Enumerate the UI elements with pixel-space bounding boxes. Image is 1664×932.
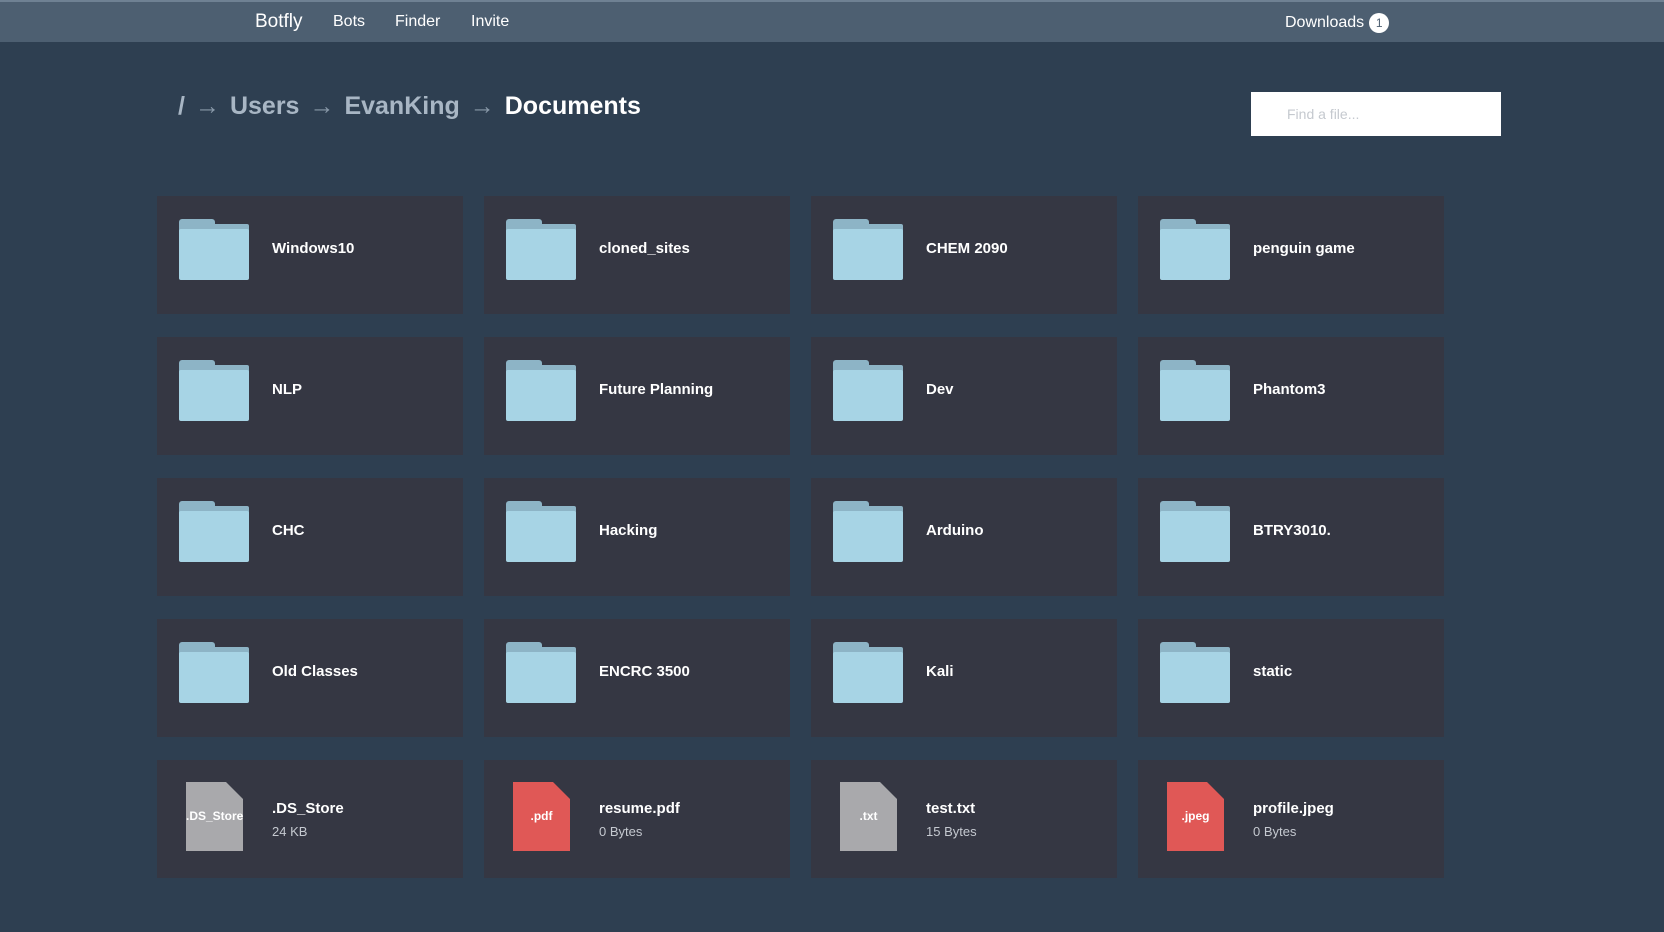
file-tile[interactable]: .jpeg profile.jpeg 0 Bytes xyxy=(1138,760,1444,878)
text-file-icon: .txt xyxy=(840,782,897,851)
file-name: test.txt xyxy=(926,800,976,817)
breadcrumb-current: Documents xyxy=(504,92,641,120)
document-icon: .DS_Store xyxy=(186,782,243,851)
folder-name: CHC xyxy=(272,522,305,539)
folder-tile[interactable]: penguin game xyxy=(1138,196,1444,314)
folder-name: Phantom3 xyxy=(1253,381,1326,398)
breadcrumb-item-users[interactable]: Users xyxy=(230,92,300,121)
folder-name: CHEM 2090 xyxy=(926,240,1008,257)
folder-icon xyxy=(506,642,576,703)
breadcrumb-arrow-icon: → xyxy=(309,92,335,120)
folder-name: penguin game xyxy=(1253,240,1355,257)
pdf-file-icon: .pdf xyxy=(513,782,570,851)
folder-icon xyxy=(506,360,576,421)
folder-name: Future Planning xyxy=(599,381,714,398)
image-file-icon: .jpeg xyxy=(1167,782,1224,851)
breadcrumb-item-evanking[interactable]: EvanKing xyxy=(344,92,459,121)
folder-tile[interactable]: Arduino xyxy=(811,478,1117,596)
downloads-count-badge: 1 xyxy=(1369,13,1390,33)
folder-icon xyxy=(1160,219,1230,280)
folder-icon xyxy=(1160,501,1230,562)
downloads-label: Downloads xyxy=(1285,14,1365,31)
nav-link-bots[interactable]: Bots xyxy=(333,13,365,31)
downloads-link[interactable]: Downloads 1 xyxy=(1285,13,1390,33)
breadcrumb-arrow-icon: → xyxy=(469,92,495,120)
folder-tile[interactable]: Hacking xyxy=(484,478,790,596)
folder-icon xyxy=(1160,642,1230,703)
file-tile[interactable]: .pdf resume.pdf 0 Bytes xyxy=(484,760,790,878)
top-navbar: Botfly Bots Finder Invite Downloads 1 xyxy=(0,0,1664,42)
folder-tile[interactable]: static xyxy=(1138,619,1444,737)
folder-tile[interactable]: CHC xyxy=(157,478,463,596)
file-tile[interactable]: .txt test.txt 15 Bytes xyxy=(811,760,1117,878)
folder-tile[interactable]: cloned_sites xyxy=(484,196,790,314)
folder-tile[interactable]: Phantom3 xyxy=(1138,337,1444,455)
folder-name: NLP xyxy=(272,381,302,398)
folder-tile[interactable]: NLP xyxy=(157,337,463,455)
breadcrumb: / → Users → EvanKing → Documents xyxy=(178,92,641,121)
folder-icon xyxy=(506,219,576,280)
folder-icon xyxy=(506,501,576,562)
folder-name: Windows10 xyxy=(272,240,355,257)
folder-icon xyxy=(833,219,903,280)
folder-icon xyxy=(833,501,903,562)
file-tile[interactable]: .DS_Store .DS_Store 24 KB xyxy=(157,760,463,878)
folder-name: Kali xyxy=(926,663,954,680)
file-grid: Windows10 cloned_sites CHEM 2090 penguin… xyxy=(157,196,1446,878)
folder-tile[interactable]: Old Classes xyxy=(157,619,463,737)
folder-icon xyxy=(179,219,249,280)
folder-tile[interactable]: Dev xyxy=(811,337,1117,455)
folder-tile[interactable]: Kali xyxy=(811,619,1117,737)
nav-link-finder[interactable]: Finder xyxy=(395,13,440,31)
folder-icon xyxy=(179,642,249,703)
folder-tile[interactable]: CHEM 2090 xyxy=(811,196,1117,314)
file-size: 0 Bytes xyxy=(1253,824,1297,839)
folder-icon xyxy=(179,360,249,421)
file-size: 15 Bytes xyxy=(926,824,977,839)
folder-name: Arduino xyxy=(926,522,984,539)
folder-name: cloned_sites xyxy=(599,240,690,257)
folder-tile[interactable]: BTRY3010. xyxy=(1138,478,1444,596)
folder-name: ENCRC 3500 xyxy=(599,663,690,680)
nav-link-invite[interactable]: Invite xyxy=(471,13,509,31)
folder-icon xyxy=(1160,360,1230,421)
brand-logo[interactable]: Botfly xyxy=(255,11,303,33)
folder-icon xyxy=(833,642,903,703)
file-name: profile.jpeg xyxy=(1253,800,1334,817)
folder-name: BTRY3010. xyxy=(1253,522,1331,539)
breadcrumb-arrow-icon: → xyxy=(194,92,220,120)
folder-tile[interactable]: Windows10 xyxy=(157,196,463,314)
folder-tile[interactable]: ENCRC 3500 xyxy=(484,619,790,737)
find-file-input[interactable] xyxy=(1251,92,1501,136)
folder-name: Old Classes xyxy=(272,663,358,680)
folder-name: Hacking xyxy=(599,522,658,539)
folder-icon xyxy=(179,501,249,562)
folder-tile[interactable]: Future Planning xyxy=(484,337,790,455)
file-size: 0 Bytes xyxy=(599,824,643,839)
folder-name: Dev xyxy=(926,381,954,398)
file-name: resume.pdf xyxy=(599,800,680,817)
folder-icon xyxy=(833,360,903,421)
file-size: 24 KB xyxy=(272,824,308,839)
breadcrumb-root[interactable]: / xyxy=(178,92,185,121)
folder-name: static xyxy=(1253,663,1293,680)
file-name: .DS_Store xyxy=(272,800,344,817)
